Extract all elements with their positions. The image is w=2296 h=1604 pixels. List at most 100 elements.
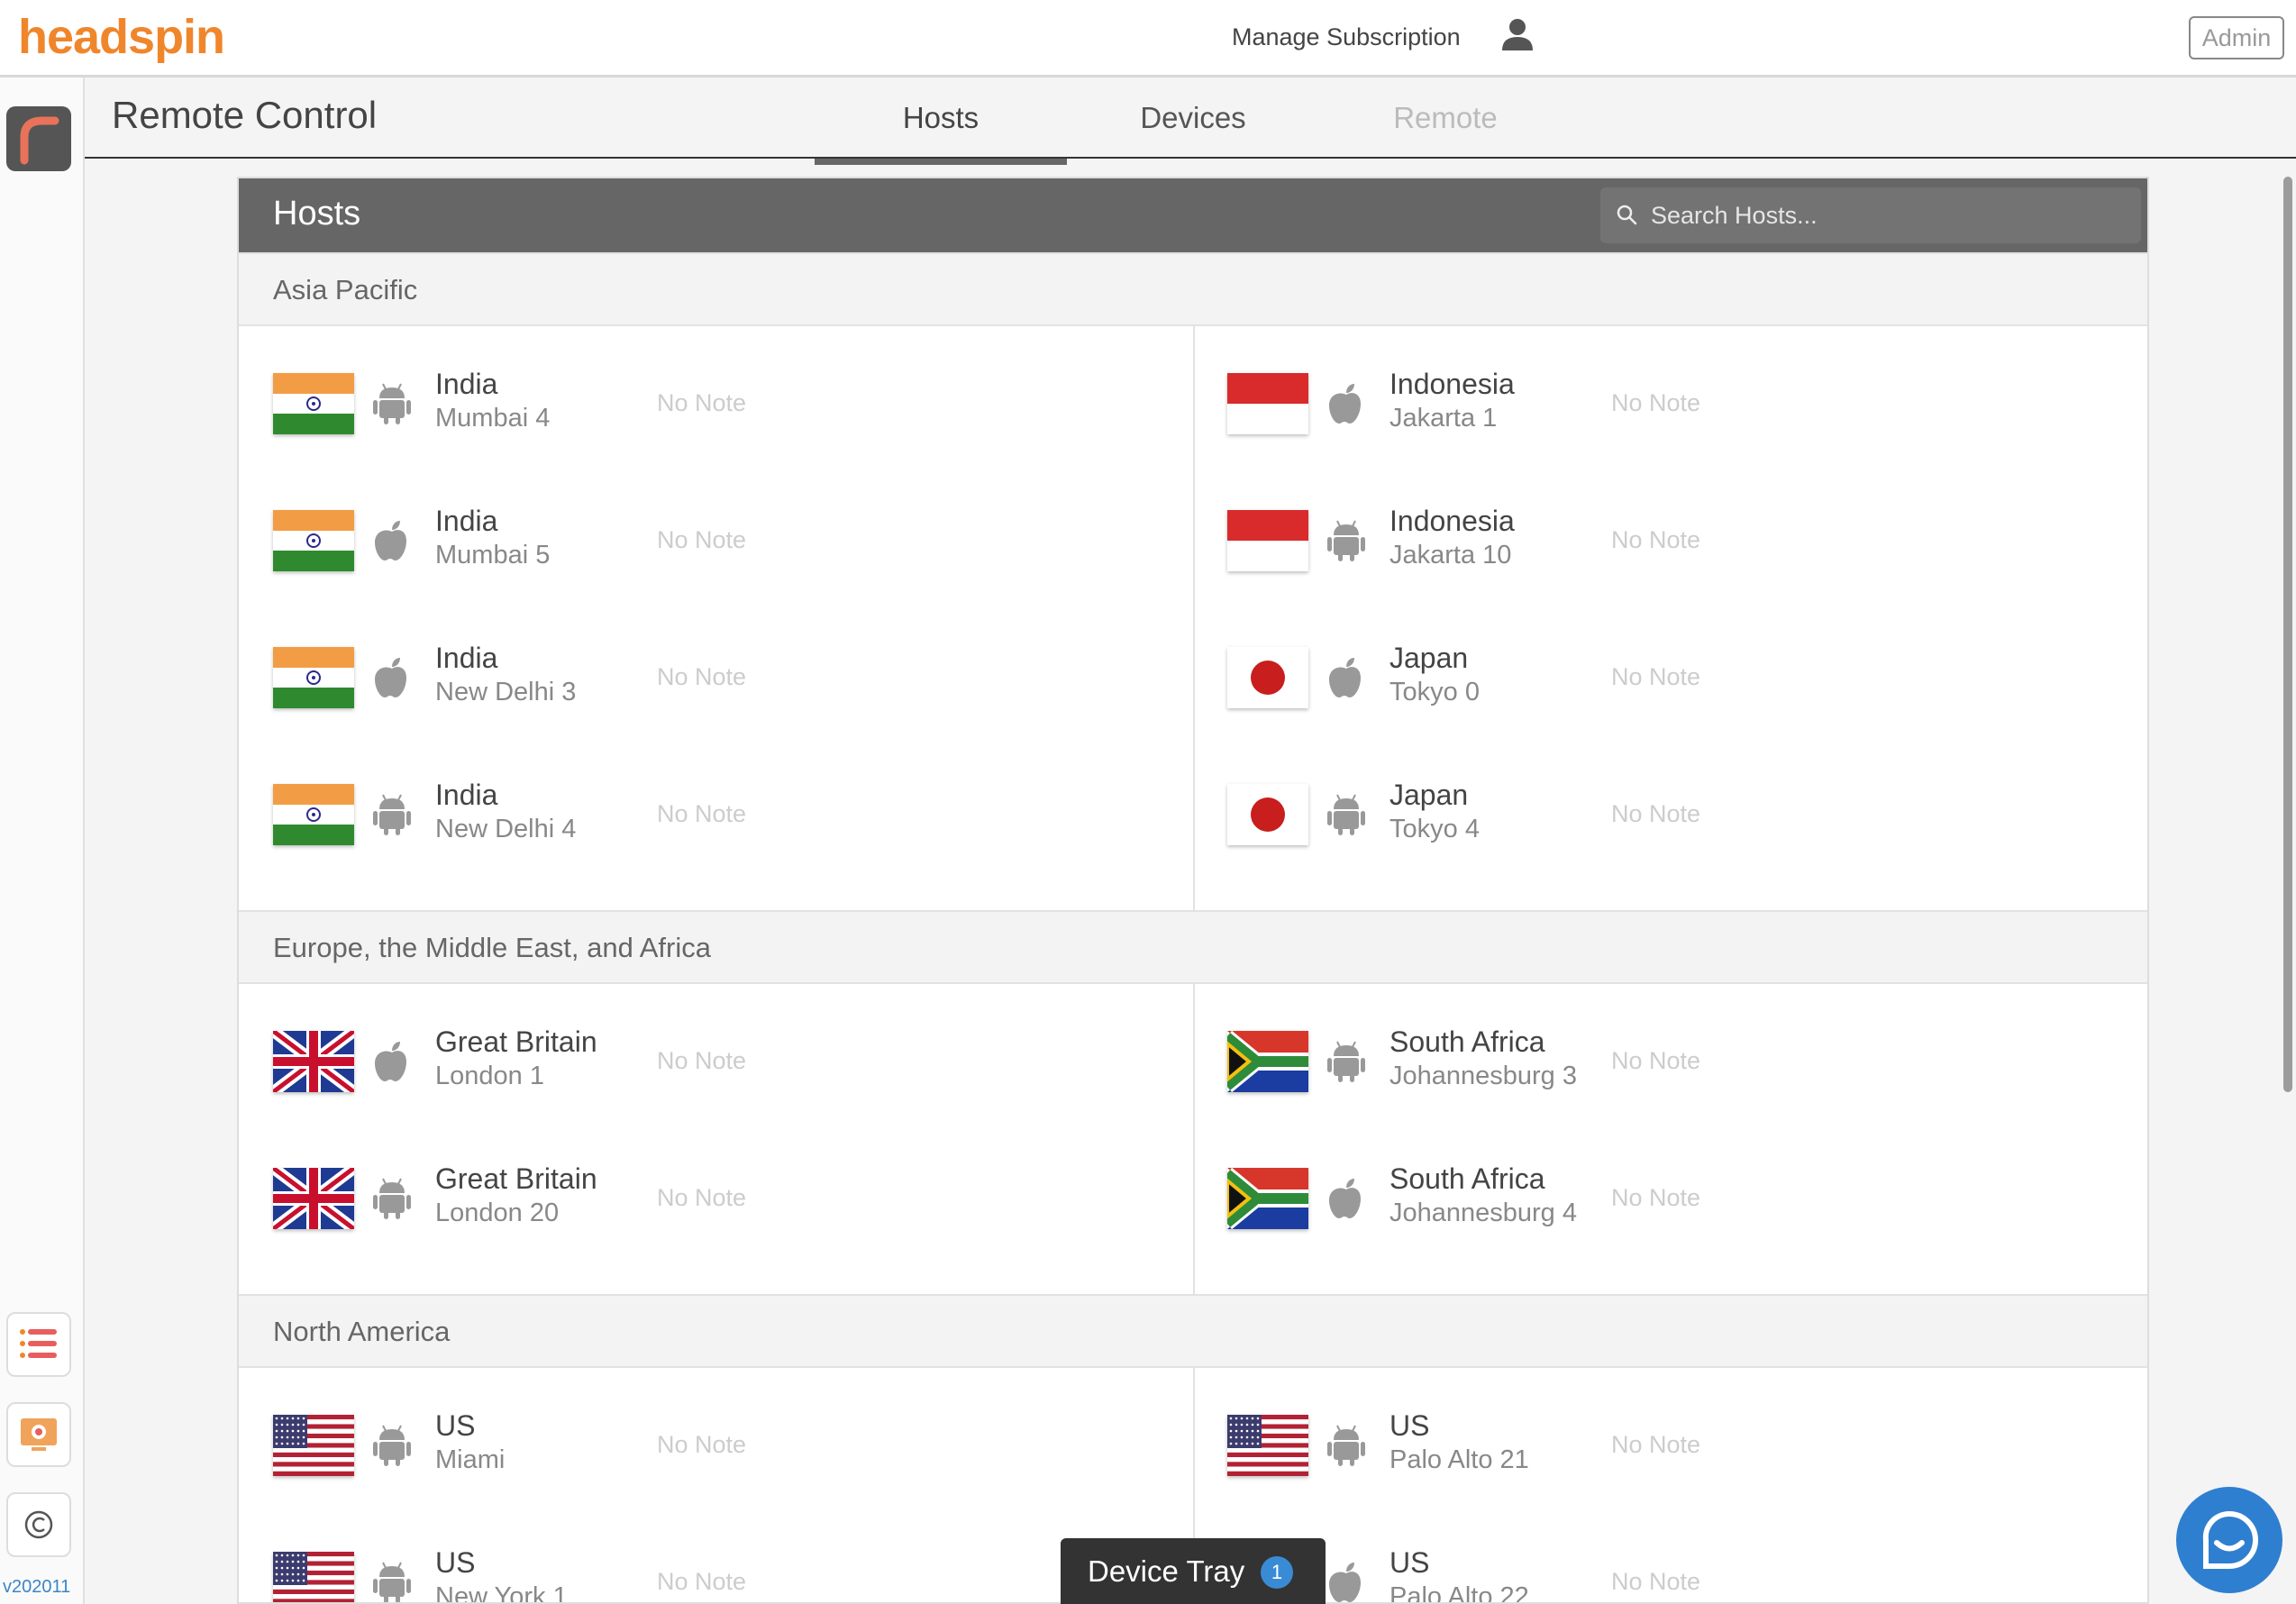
host-item[interactable]: US New York 1 No Note <box>273 1543 1174 1602</box>
host-note[interactable]: No Note <box>657 1047 746 1075</box>
page-title: Remote Control <box>112 94 378 136</box>
south-africa-flag-icon <box>1227 1031 1308 1092</box>
host-item[interactable]: US Palo Alto 22 No Note <box>1227 1543 2128 1604</box>
tab-hosts[interactable]: Hosts <box>815 101 1067 165</box>
host-note[interactable]: No Note <box>1611 1568 1700 1596</box>
region-label: Europe, the Middle East, and Africa <box>273 932 711 963</box>
host-note[interactable]: No Note <box>657 1184 746 1212</box>
host-country: India <box>435 642 498 674</box>
region-header: Asia Pacific <box>239 252 2147 326</box>
host-city: London 1 <box>435 1062 544 1090</box>
list-button[interactable] <box>6 1312 71 1377</box>
host-item[interactable]: US Miami No Note <box>273 1406 1174 1505</box>
android-icon <box>372 1177 412 1220</box>
host-item[interactable]: India Mumbai 4 No Note <box>273 364 1174 463</box>
host-note[interactable]: No Note <box>657 800 746 828</box>
japan-flag-icon <box>1227 647 1308 708</box>
india-flag-icon <box>273 373 354 434</box>
host-note[interactable]: No Note <box>1611 1184 1700 1212</box>
host-item[interactable]: South Africa Johannesburg 3 No Note <box>1227 1022 2128 1121</box>
chat-button[interactable] <box>2176 1487 2282 1593</box>
host-city: London 20 <box>435 1198 560 1227</box>
japan-flag-icon <box>1227 784 1308 845</box>
search-icon <box>1617 205 1637 225</box>
search-input[interactable] <box>1651 187 2128 243</box>
host-city: Palo Alto 21 <box>1389 1445 1529 1474</box>
host-city: Tokyo 0 <box>1389 678 1480 706</box>
hosts-panel-header: Hosts <box>239 178 2147 252</box>
host-country: Indonesia <box>1389 368 1515 400</box>
device-tray-button[interactable]: Device Tray 1 <box>1061 1538 1326 1604</box>
us-flag-icon <box>273 1415 354 1476</box>
host-item[interactable]: Japan Tokyo 4 No Note <box>1227 775 2128 874</box>
host-city: Jakarta 1 <box>1389 404 1498 433</box>
host-note[interactable]: No Note <box>1611 1431 1700 1459</box>
host-note[interactable]: No Note <box>1611 663 1700 691</box>
host-city: Palo Alto 22 <box>1389 1582 1529 1604</box>
host-city: Jakarta 10 <box>1389 541 1512 570</box>
host-city: Mumbai 4 <box>435 404 551 433</box>
remote-control-logo-icon <box>20 116 59 165</box>
uk-flag-icon <box>273 1031 354 1092</box>
search-box[interactable] <box>1600 187 2141 243</box>
host-item[interactable]: US Palo Alto 21 No Note <box>1227 1406 2128 1505</box>
host-note[interactable]: No Note <box>1611 389 1700 417</box>
host-country: India <box>435 779 498 811</box>
uk-flag-icon <box>273 1168 354 1229</box>
admin-button[interactable]: Admin <box>2189 16 2284 59</box>
host-note[interactable]: No Note <box>657 526 746 554</box>
copyright-icon <box>24 1510 53 1539</box>
hosts-panel-title: Hosts <box>273 195 361 232</box>
tab-devices[interactable]: Devices <box>1067 101 1319 135</box>
column-divider <box>1193 326 1195 910</box>
host-note[interactable]: No Note <box>657 1568 746 1596</box>
apple-icon <box>1326 1561 1366 1602</box>
host-city: Johannesburg 3 <box>1389 1062 1577 1090</box>
android-icon <box>1326 519 1366 562</box>
indonesia-flag-icon <box>1227 373 1308 434</box>
host-country: India <box>435 368 498 400</box>
host-note[interactable]: No Note <box>657 1431 746 1459</box>
chat-icon <box>2202 1510 2258 1569</box>
india-flag-icon <box>273 784 354 845</box>
screen-record-button[interactable] <box>6 1402 71 1467</box>
host-item[interactable]: Great Britain London 1 No Note <box>273 1022 1174 1121</box>
android-icon <box>372 1561 412 1602</box>
remote-control-app-icon[interactable] <box>6 106 71 171</box>
host-note[interactable]: No Note <box>1611 800 1700 828</box>
host-item[interactable]: India New Delhi 4 No Note <box>273 775 1174 874</box>
host-note[interactable]: No Note <box>657 663 746 691</box>
host-note[interactable]: No Note <box>657 389 746 417</box>
user-icon[interactable] <box>1499 16 1535 52</box>
device-tray-count-badge: 1 <box>1261 1556 1293 1589</box>
page-scrollbar[interactable] <box>2283 177 2292 1092</box>
tab-remote[interactable]: Remote <box>1319 101 1572 135</box>
host-city: Miami <box>435 1445 506 1474</box>
android-icon <box>372 793 412 836</box>
host-item[interactable]: Indonesia Jakarta 10 No Note <box>1227 501 2128 600</box>
host-country: US <box>435 1409 476 1442</box>
host-country: South Africa <box>1389 1025 1545 1058</box>
host-country: US <box>1389 1409 1430 1442</box>
host-city: Tokyo 4 <box>1389 815 1480 843</box>
host-item[interactable]: India New Delhi 3 No Note <box>273 638 1174 737</box>
screen-record-icon <box>21 1418 57 1451</box>
host-city: Mumbai 5 <box>435 541 551 570</box>
host-country: US <box>435 1546 476 1579</box>
column-divider <box>1193 984 1195 1294</box>
headspin-logo[interactable]: headspin <box>18 9 225 65</box>
host-item[interactable]: Indonesia Jakarta 1 No Note <box>1227 364 2128 463</box>
host-item[interactable]: Great Britain London 20 No Note <box>273 1159 1174 1258</box>
host-item[interactable]: India Mumbai 5 No Note <box>273 501 1174 600</box>
android-icon <box>1326 1424 1366 1467</box>
copyright-button[interactable] <box>6 1492 71 1557</box>
host-item[interactable]: South Africa Johannesburg 4 No Note <box>1227 1159 2128 1258</box>
indonesia-flag-icon <box>1227 510 1308 571</box>
host-note[interactable]: No Note <box>1611 1047 1700 1075</box>
manage-subscription-link[interactable]: Manage Subscription <box>1232 23 1461 51</box>
us-flag-icon <box>1227 1415 1308 1476</box>
android-icon <box>372 382 412 425</box>
host-item[interactable]: Japan Tokyo 0 No Note <box>1227 638 2128 737</box>
host-note[interactable]: No Note <box>1611 526 1700 554</box>
host-country: US <box>1389 1546 1430 1579</box>
